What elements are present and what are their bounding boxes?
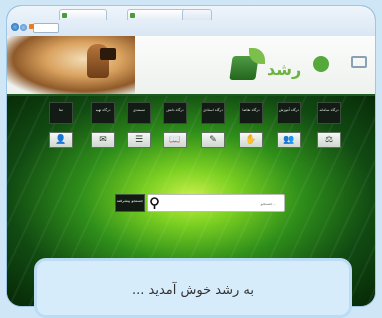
forward-icon[interactable]: [20, 24, 27, 31]
menu-item[interactable]: درگاه تهیه ✉: [91, 102, 115, 148]
hand-icon: ✋: [239, 132, 263, 148]
address-bar[interactable]: [33, 23, 59, 33]
search-bar: جستجو پیشرفته: [115, 194, 285, 214]
menu-item[interactable]: درگاه دانش 📖: [163, 102, 187, 148]
advanced-search-button[interactable]: جستجو پیشرفته: [115, 194, 145, 212]
monitor-icon: [351, 56, 367, 68]
menu-item[interactable]: مستندی ☰: [127, 102, 151, 148]
book-icon: 📖: [163, 132, 187, 148]
menu-item-label: درگاه تهیه: [91, 102, 115, 124]
tab-favicon-icon: [130, 13, 135, 18]
caption-text: ... به رشد خوش آمدید: [132, 283, 254, 298]
menu-item-label: درگاه سامانه: [317, 102, 341, 124]
search-input[interactable]: [147, 194, 285, 212]
menu-item-label: درگاه تقاضا: [239, 102, 263, 124]
browser-tab-3[interactable]: [182, 9, 212, 20]
search-icon[interactable]: [149, 196, 163, 210]
header-artwork: [7, 36, 135, 94]
menu-item-label: منا: [49, 102, 73, 124]
tab-favicon-icon: [62, 13, 67, 18]
menu-item[interactable]: درگاه سامانه ⚖: [317, 102, 341, 148]
rules-icon: ⚖: [317, 132, 341, 148]
people-icon: 👥: [277, 132, 301, 148]
menu-item[interactable]: منا 👤: [49, 102, 73, 148]
person-icon: 👤: [49, 132, 73, 148]
chat-icon: ✉: [91, 132, 115, 148]
badge-icon: [313, 56, 329, 72]
logo-text: رشد: [267, 60, 302, 79]
site-header: رشد: [7, 36, 375, 96]
menu-item[interactable]: درگاه آموزش 👥: [277, 102, 301, 148]
menu-item[interactable]: درگاه استادی ✎: [201, 102, 225, 148]
menu-item-label: درگاه آموزش: [277, 102, 301, 124]
menu-item-label: درگاه استادی: [201, 102, 225, 124]
menu-item[interactable]: درگاه تقاضا ✋: [239, 102, 263, 148]
writing-icon: ✎: [201, 132, 225, 148]
browser-tab-1[interactable]: [59, 9, 107, 20]
menu-item-label: درگاه دانش: [163, 102, 187, 124]
browser-chrome: [7, 6, 375, 37]
list-icon: ☰: [127, 132, 151, 148]
search-field[interactable]: [148, 201, 276, 206]
plaque-image: [100, 48, 116, 60]
caption-box: ... به رشد خوش آمدید: [34, 258, 352, 318]
page-favicon-icon: [29, 24, 34, 29]
menu-item-label: مستندی: [127, 102, 151, 124]
site-logo[interactable]: رشد: [221, 42, 367, 90]
back-icon[interactable]: [11, 23, 19, 31]
portal-menu: درگاه سامانه ⚖ درگاه آموزش 👥 درگاه تقاضا…: [35, 102, 341, 154]
